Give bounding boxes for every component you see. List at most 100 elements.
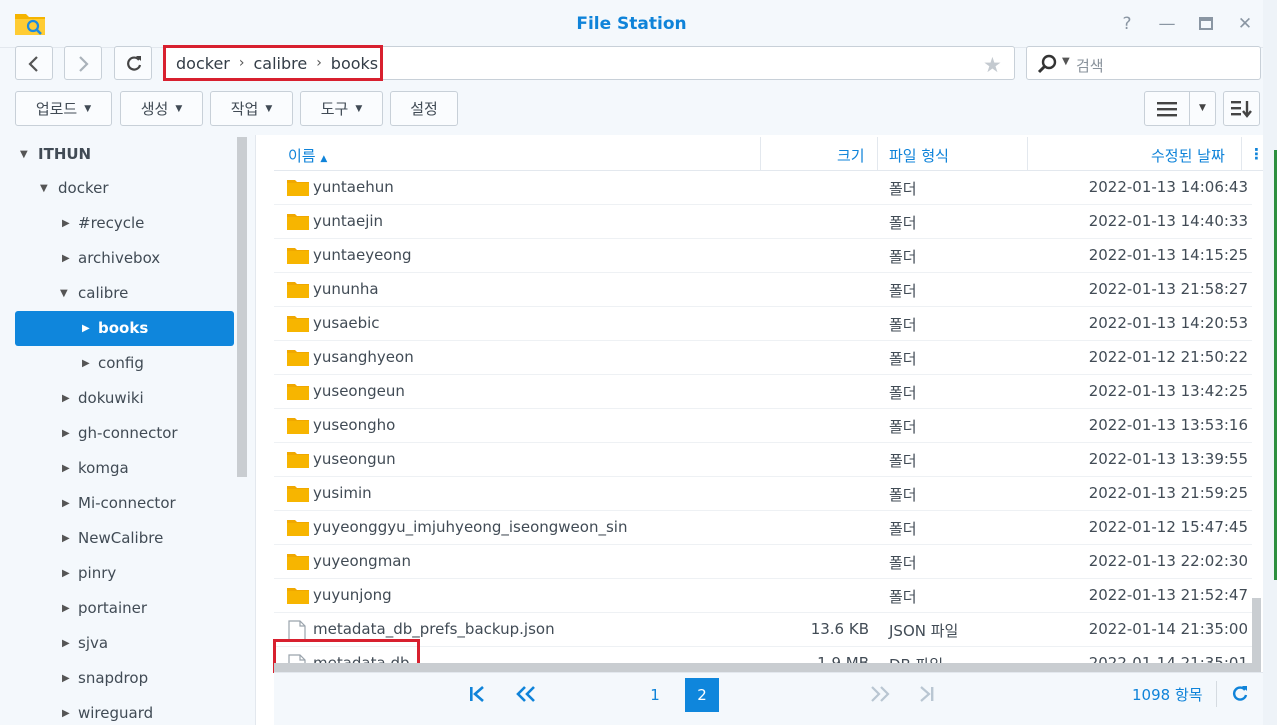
- tree-item-sjva[interactable]: ▶ sjva: [62, 626, 108, 660]
- settings-label: 설정: [410, 100, 438, 118]
- column-name[interactable]: 이름 ▲: [288, 145, 327, 166]
- breadcrumb-calibre[interactable]: calibre: [253, 54, 307, 73]
- caret-right-icon: ▶: [62, 672, 70, 684]
- next-page-icon[interactable]: [869, 686, 891, 702]
- column-menu-icon[interactable]: ⋮: [1249, 145, 1264, 163]
- sort-button[interactable]: [1223, 91, 1260, 126]
- last-page-icon[interactable]: [917, 686, 935, 702]
- table-row[interactable]: metadata_db_prefs_backup.json 13.6 KB JSON…: [274, 613, 1252, 647]
- tree-item-newcalibre[interactable]: ▶ NewCalibre: [62, 521, 163, 555]
- file-name: yuyeonggyu_imjuhyeong_iseongweon_sin: [313, 518, 628, 536]
- tree-item-label: komga: [78, 459, 129, 477]
- tree-item-archivebox[interactable]: ▶ archivebox: [62, 241, 160, 275]
- minimize-icon[interactable]: —: [1157, 14, 1177, 34]
- tree-item-dokuwiki[interactable]: ▶ dokuwiki: [62, 381, 144, 415]
- table-row[interactable]: yuyeonggyu_imjuhyeong_iseongweon_sin 폴더 20…: [274, 511, 1252, 545]
- previous-page-icon[interactable]: [515, 686, 537, 702]
- table-row[interactable]: yusaebic 폴더 2022-01-13 14:20:53: [274, 307, 1252, 341]
- pager: 1 2 1098 항목: [274, 672, 1263, 725]
- chevron-down-icon: ▼: [265, 103, 273, 114]
- caret-right-icon: ▶: [62, 217, 70, 229]
- column-size[interactable]: 크기: [837, 145, 865, 166]
- folder-icon: [287, 178, 309, 200]
- column-modified[interactable]: 수정된 날짜: [1151, 145, 1225, 166]
- file-name: metadata_db_prefs_backup.json: [313, 620, 555, 638]
- tools-button[interactable]: 도구 ▼: [300, 91, 383, 126]
- table-row[interactable]: yuntaehun 폴더 2022-01-13 14:06:43: [274, 171, 1252, 205]
- file-modified: 2022-01-13 13:42:25: [1088, 382, 1248, 400]
- tree-item-gh-connector[interactable]: ▶ gh-connector: [62, 416, 178, 450]
- caret-right-icon: ▶: [62, 637, 70, 649]
- refresh-icon[interactable]: [1231, 685, 1249, 703]
- tree-item-komga[interactable]: ▶ komga: [62, 451, 129, 485]
- table-row[interactable]: yununha 폴더 2022-01-13 21:58:27: [274, 273, 1252, 307]
- table-row[interactable]: yuntaeyeong 폴더 2022-01-13 14:15:25: [274, 239, 1252, 273]
- tree-item-wireguard[interactable]: ▶ wireguard: [62, 696, 153, 725]
- tree-item-calibre[interactable]: ▼ calibre: [60, 276, 128, 310]
- file-modified: 2022-01-12 15:47:45: [1088, 518, 1248, 536]
- action-label: 작업: [230, 100, 259, 118]
- caret-right-icon: ▶: [62, 567, 70, 579]
- upload-button[interactable]: 업로드 ▼: [15, 91, 112, 126]
- file-type: 폴더: [889, 554, 917, 572]
- tree-item-label: pinry: [78, 564, 117, 582]
- file-modified: 2022-01-13 21:58:27: [1088, 280, 1248, 298]
- tree-item-pinry[interactable]: ▶ pinry: [62, 556, 116, 590]
- vertical-scrollbar[interactable]: [1252, 598, 1261, 672]
- action-button[interactable]: 작업 ▼: [210, 91, 293, 126]
- star-icon[interactable]: ★: [983, 53, 1002, 77]
- file-type: 폴더: [889, 452, 917, 470]
- tree-item-docker[interactable]: ▼ docker: [40, 171, 109, 205]
- file-type: 폴더: [889, 384, 917, 402]
- caret-down-icon: ▼: [40, 182, 48, 194]
- folder-icon: [287, 280, 309, 302]
- table-row[interactable]: yusanghyeon 폴더 2022-01-12 21:50:22: [274, 341, 1252, 375]
- chevron-down-icon[interactable]: ▼: [1062, 56, 1070, 67]
- table-row[interactable]: yuyunjong 폴더 2022-01-13 21:52:47: [274, 579, 1252, 613]
- tree-item-recycle[interactable]: ▶ #recycle: [62, 206, 144, 240]
- file-name: yusimin: [313, 484, 372, 502]
- refresh-button[interactable]: [114, 46, 152, 80]
- table-row[interactable]: yuntaejin 폴더 2022-01-13 14:40:33: [274, 205, 1252, 239]
- caret-right-icon: ▶: [62, 707, 70, 719]
- table-row[interactable]: yusimin 폴더 2022-01-13 21:59:25: [274, 477, 1252, 511]
- tree-item-portainer[interactable]: ▶ portainer: [62, 591, 147, 625]
- column-type[interactable]: 파일 형식: [889, 145, 949, 166]
- settings-button[interactable]: 설정: [390, 91, 458, 126]
- sidebar-scrollbar[interactable]: [237, 137, 247, 477]
- breadcrumb-books[interactable]: books: [331, 54, 378, 73]
- list-view-button[interactable]: [1144, 91, 1190, 126]
- file-name: yuntaeyeong: [313, 246, 412, 264]
- forward-button[interactable]: [64, 46, 102, 80]
- tree-item-label: docker: [58, 179, 109, 197]
- chevron-down-icon: ▼: [175, 103, 183, 114]
- search-input[interactable]: ▼ 검색: [1026, 46, 1261, 80]
- file-modified: 2022-01-13 14:20:53: [1088, 314, 1248, 332]
- first-page-icon[interactable]: [469, 686, 487, 702]
- table-row[interactable]: yuseongeun 폴더 2022-01-13 13:42:25: [274, 375, 1252, 409]
- tree-item-config[interactable]: ▶ config: [82, 346, 144, 380]
- table-row[interactable]: yuseongho 폴더 2022-01-13 13:53:16: [274, 409, 1252, 443]
- tree-root[interactable]: ▼ ITHUN: [20, 137, 91, 171]
- page-2-button[interactable]: 2: [685, 678, 719, 712]
- tree-item-mi-connector[interactable]: ▶ Mi-connector: [62, 486, 176, 520]
- folder-icon: [287, 348, 309, 370]
- tree-item-snapdrop[interactable]: ▶ snapdrop: [62, 661, 148, 695]
- horizontal-scrollbar[interactable]: [274, 663, 1252, 672]
- view-dropdown-button[interactable]: ▼: [1189, 91, 1216, 126]
- breadcrumb-docker[interactable]: docker: [176, 54, 230, 73]
- back-button[interactable]: [15, 46, 53, 80]
- chevron-down-icon: ▼: [355, 103, 363, 114]
- table-row[interactable]: yuyeongman 폴더 2022-01-13 22:02:30: [274, 545, 1252, 579]
- help-icon[interactable]: ?: [1117, 14, 1137, 34]
- page-1-button[interactable]: 1: [638, 678, 672, 712]
- create-button[interactable]: 생성 ▼: [120, 91, 203, 126]
- tools-label: 도구: [320, 100, 349, 118]
- tree-item-books[interactable]: ▶ books: [82, 311, 148, 345]
- caret-right-icon: ▶: [62, 392, 70, 404]
- maximize-icon[interactable]: [1196, 14, 1216, 34]
- table-row[interactable]: yuseongun 폴더 2022-01-13 13:39:55: [274, 443, 1252, 477]
- title-bar: File Station ? — ✕: [0, 0, 1263, 48]
- close-icon[interactable]: ✕: [1235, 14, 1255, 34]
- file-modified: 2022-01-13 13:39:55: [1088, 450, 1248, 468]
